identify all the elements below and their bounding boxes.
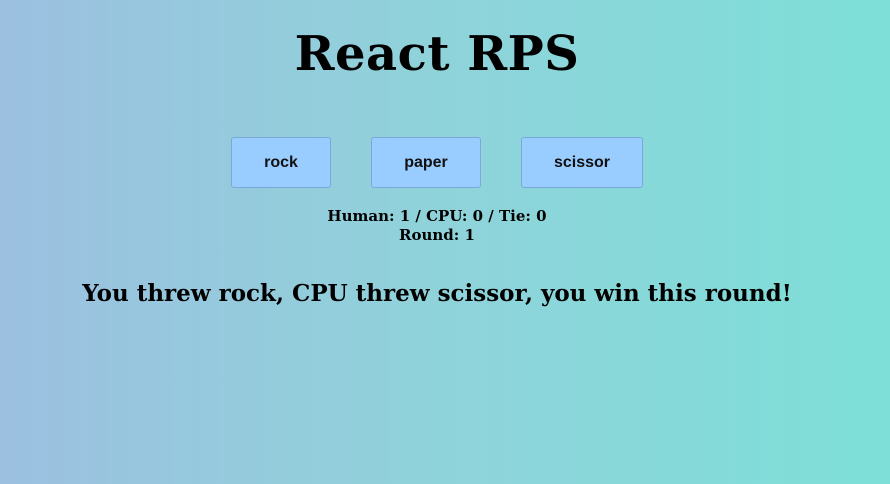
score-tally: Human: 1 / CPU: 0 / Tie: 0 xyxy=(327,207,547,225)
scoreboard: Human: 1 / CPU: 0 / Tie: 0 Round: 1 xyxy=(0,207,874,245)
scissor-button[interactable]: scissor xyxy=(521,137,643,188)
round-result-message: You threw rock, CPU threw scissor, you w… xyxy=(82,280,792,307)
round-counter: Round: 1 xyxy=(399,226,475,244)
paper-button[interactable]: paper xyxy=(371,137,481,188)
rock-button[interactable]: rock xyxy=(231,137,331,188)
page-title: React RPS xyxy=(294,26,580,82)
